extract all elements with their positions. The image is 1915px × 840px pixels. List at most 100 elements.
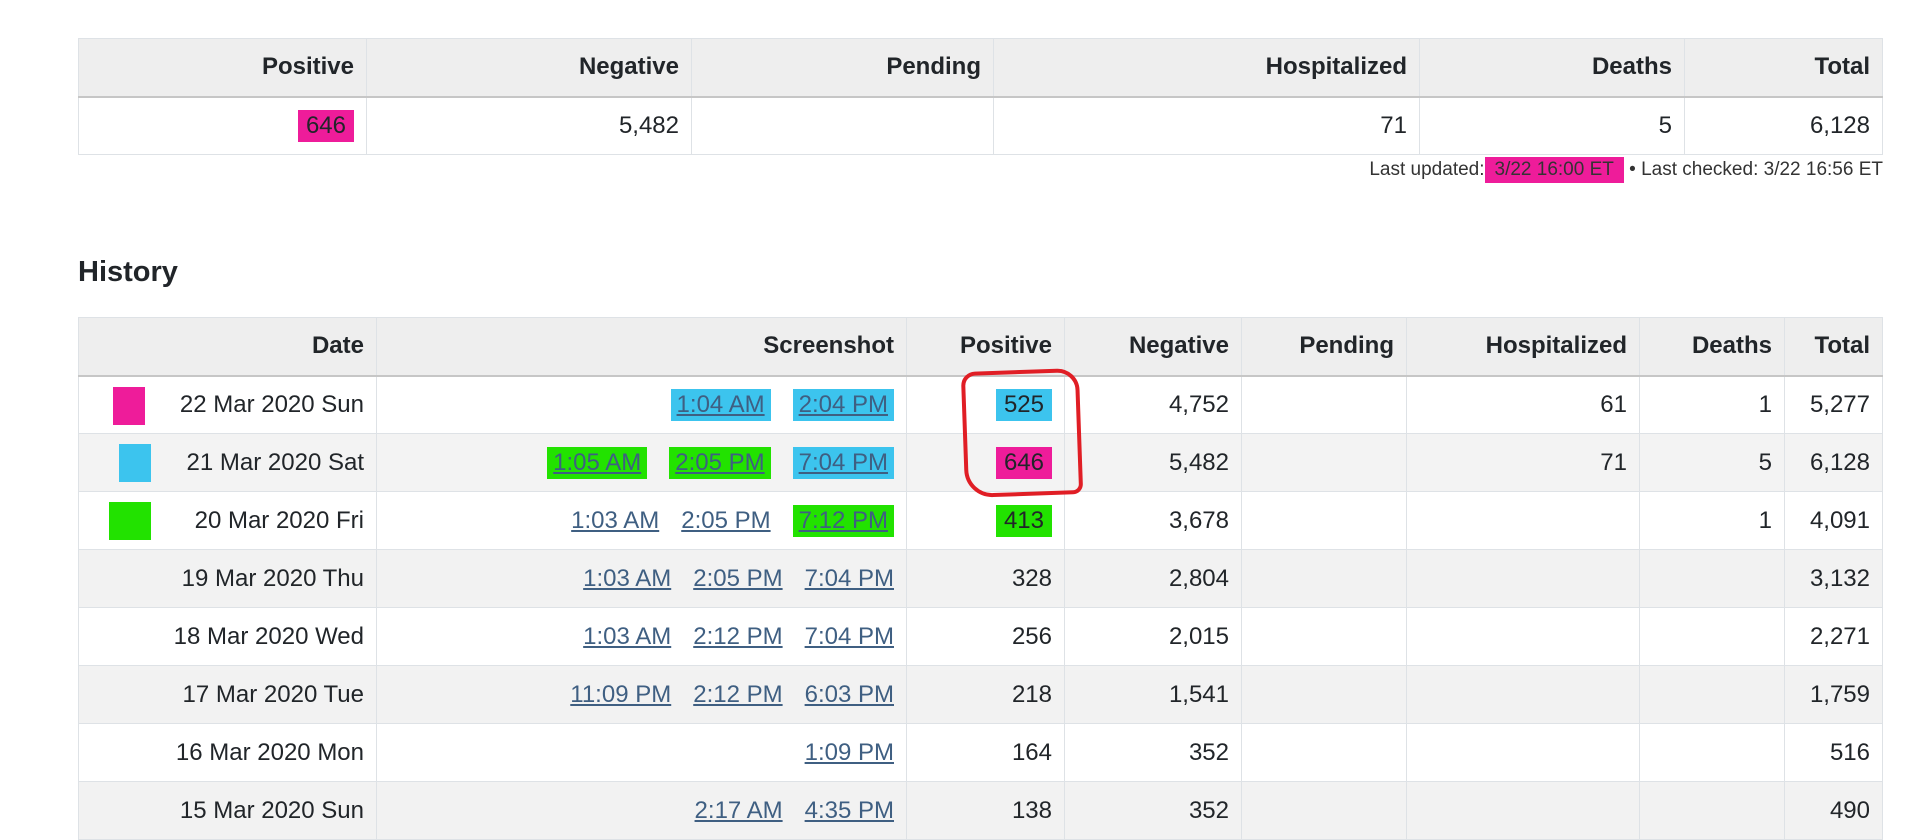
screenshot-link[interactable]: 2:05 PM [669,446,771,479]
hcol-total: Total [1784,317,1883,377]
hcol-negative: Negative [1064,317,1242,377]
total-value: 1,759 [1784,665,1883,724]
screenshot-link[interactable]: 1:03 AM [583,563,671,595]
table-row: 16 Mar 2020 Mon 1:09 PM 164 352 516 [78,723,1883,782]
positive-cell: 413 [906,491,1065,550]
positive-value: 218 [906,665,1065,724]
screenshot-links: 1:05 AM 2:05 PM 7:04 PM [376,433,907,492]
col-total: Total [1684,38,1883,98]
screenshot-link[interactable]: 2:17 AM [695,795,783,827]
date-cell: 21 Mar 2020 Sat [78,433,377,492]
current-positive-value: 646 [297,109,354,142]
hospitalized-value [1406,723,1640,782]
total-value: 3,132 [1784,549,1883,608]
total-value: 2,271 [1784,607,1883,666]
hospitalized-value [1406,607,1640,666]
date-cell: 20 Mar 2020 Fri [78,491,377,550]
negative-value: 2,804 [1064,549,1242,608]
screenshot-link[interactable]: 1:03 AM [571,505,659,537]
positive-value: 164 [906,723,1065,782]
screenshot-links: 2:17 AM 4:35 PM [376,781,907,840]
screenshot-link[interactable]: 1:09 PM [805,737,894,769]
positive-value: 256 [906,607,1065,666]
total-value: 6,128 [1784,433,1883,492]
current-positive-cell: 646 [78,96,367,155]
current-pending-value [691,96,994,155]
hospitalized-value [1406,549,1640,608]
status-separator: • [1629,159,1636,180]
deaths-value [1639,781,1785,840]
hcol-screenshot: Screenshot [376,317,907,377]
deaths-value [1639,607,1785,666]
date-value: 17 Mar 2020 Tue [78,665,377,724]
date-cell: 22 Mar 2020 Sun [78,375,377,434]
screenshot-link[interactable]: 6:03 PM [805,679,894,711]
screenshot-links: 1:04 AM 2:04 PM [376,375,907,434]
hospitalized-value: 71 [1406,433,1640,492]
current-totals-table: Positive Negative Pending Hospitalized D… [78,38,1883,155]
date-value: 21 Mar 2020 Sat [186,448,364,476]
screenshot-link[interactable]: 4:35 PM [805,795,894,827]
hospitalized-value [1406,491,1640,550]
screenshot-links: 1:03 AM 2:05 PM 7:04 PM [376,549,907,608]
deaths-value: 1 [1639,491,1785,550]
pink-marker [113,386,145,425]
positive-value: 328 [906,549,1065,608]
positive-value: 413 [995,504,1052,537]
col-hospitalized: Hospitalized [993,38,1420,98]
hcol-date: Date [78,317,377,377]
screenshot-link[interactable]: 2:12 PM [693,679,782,711]
negative-value: 352 [1064,723,1242,782]
current-header-row: Positive Negative Pending Hospitalized D… [78,38,1883,98]
negative-value: 2,015 [1064,607,1242,666]
screenshot-link[interactable]: 1:04 AM [670,388,771,421]
screenshot-link[interactable]: 2:05 PM [693,563,782,595]
col-pending: Pending [691,38,994,98]
current-hospitalized-value: 71 [993,96,1420,155]
screenshot-link[interactable]: 7:04 PM [805,563,894,595]
screenshot-link[interactable]: 11:09 PM [570,679,671,711]
pending-value [1241,375,1407,434]
hcol-positive: Positive [906,317,1065,377]
screenshot-link[interactable]: 2:12 PM [693,621,782,653]
history-title: History [78,256,178,288]
col-negative: Negative [366,38,692,98]
red-annotation-circle [960,367,1084,499]
date-value: 19 Mar 2020 Thu [78,549,377,608]
screenshot-link[interactable]: 1:05 AM [547,446,648,479]
current-total-value: 6,128 [1684,96,1883,155]
screenshot-links: 1:03 AM 2:12 PM 7:04 PM [376,607,907,666]
table-row: 20 Mar 2020 Fri 1:03 AM 2:05 PM 7:12 PM 41… [78,491,1883,550]
screenshot-link[interactable]: 7:04 PM [805,621,894,653]
current-deaths-value: 5 [1419,96,1685,155]
positive-value: 138 [906,781,1065,840]
table-row: 18 Mar 2020 Wed 1:03 AM 2:12 PM 7:04 PM 25… [78,607,1883,666]
deaths-value: 5 [1639,433,1785,492]
blue-marker [119,444,151,482]
total-value: 4,091 [1784,491,1883,550]
hospitalized-value: 61 [1406,375,1640,434]
pending-value [1241,665,1407,724]
last-updated-value: 3/22 16:00 ET [1484,157,1624,183]
screenshot-link[interactable]: 2:04 PM [792,388,894,421]
screenshot-links: 1:09 PM [376,723,907,782]
hcol-deaths: Deaths [1639,317,1785,377]
pending-value [1241,781,1407,840]
deaths-value: 1 [1639,375,1785,434]
hospitalized-value [1406,781,1640,840]
screenshot-link[interactable]: 7:04 PM [792,446,894,479]
pending-value [1241,433,1407,492]
screenshot-link[interactable]: 1:03 AM [583,621,671,653]
deaths-value [1639,549,1785,608]
negative-value: 5,482 [1064,433,1242,492]
screenshot-link[interactable]: 7:12 PM [792,504,894,537]
hospitalized-value [1406,665,1640,724]
col-deaths: Deaths [1419,38,1685,98]
screenshot-link[interactable]: 2:05 PM [681,505,770,537]
table-row: 15 Mar 2020 Sun 2:17 AM 4:35 PM 138 352 4… [78,781,1883,840]
last-updated-label: Last updated: [1369,159,1485,180]
pending-value [1241,491,1407,550]
last-checked-text: Last checked: 3/22 16:56 ET [1641,159,1883,180]
total-value: 5,277 [1784,375,1883,434]
table-row: 17 Mar 2020 Tue 11:09 PM 2:12 PM 6:03 PM 2… [78,665,1883,724]
